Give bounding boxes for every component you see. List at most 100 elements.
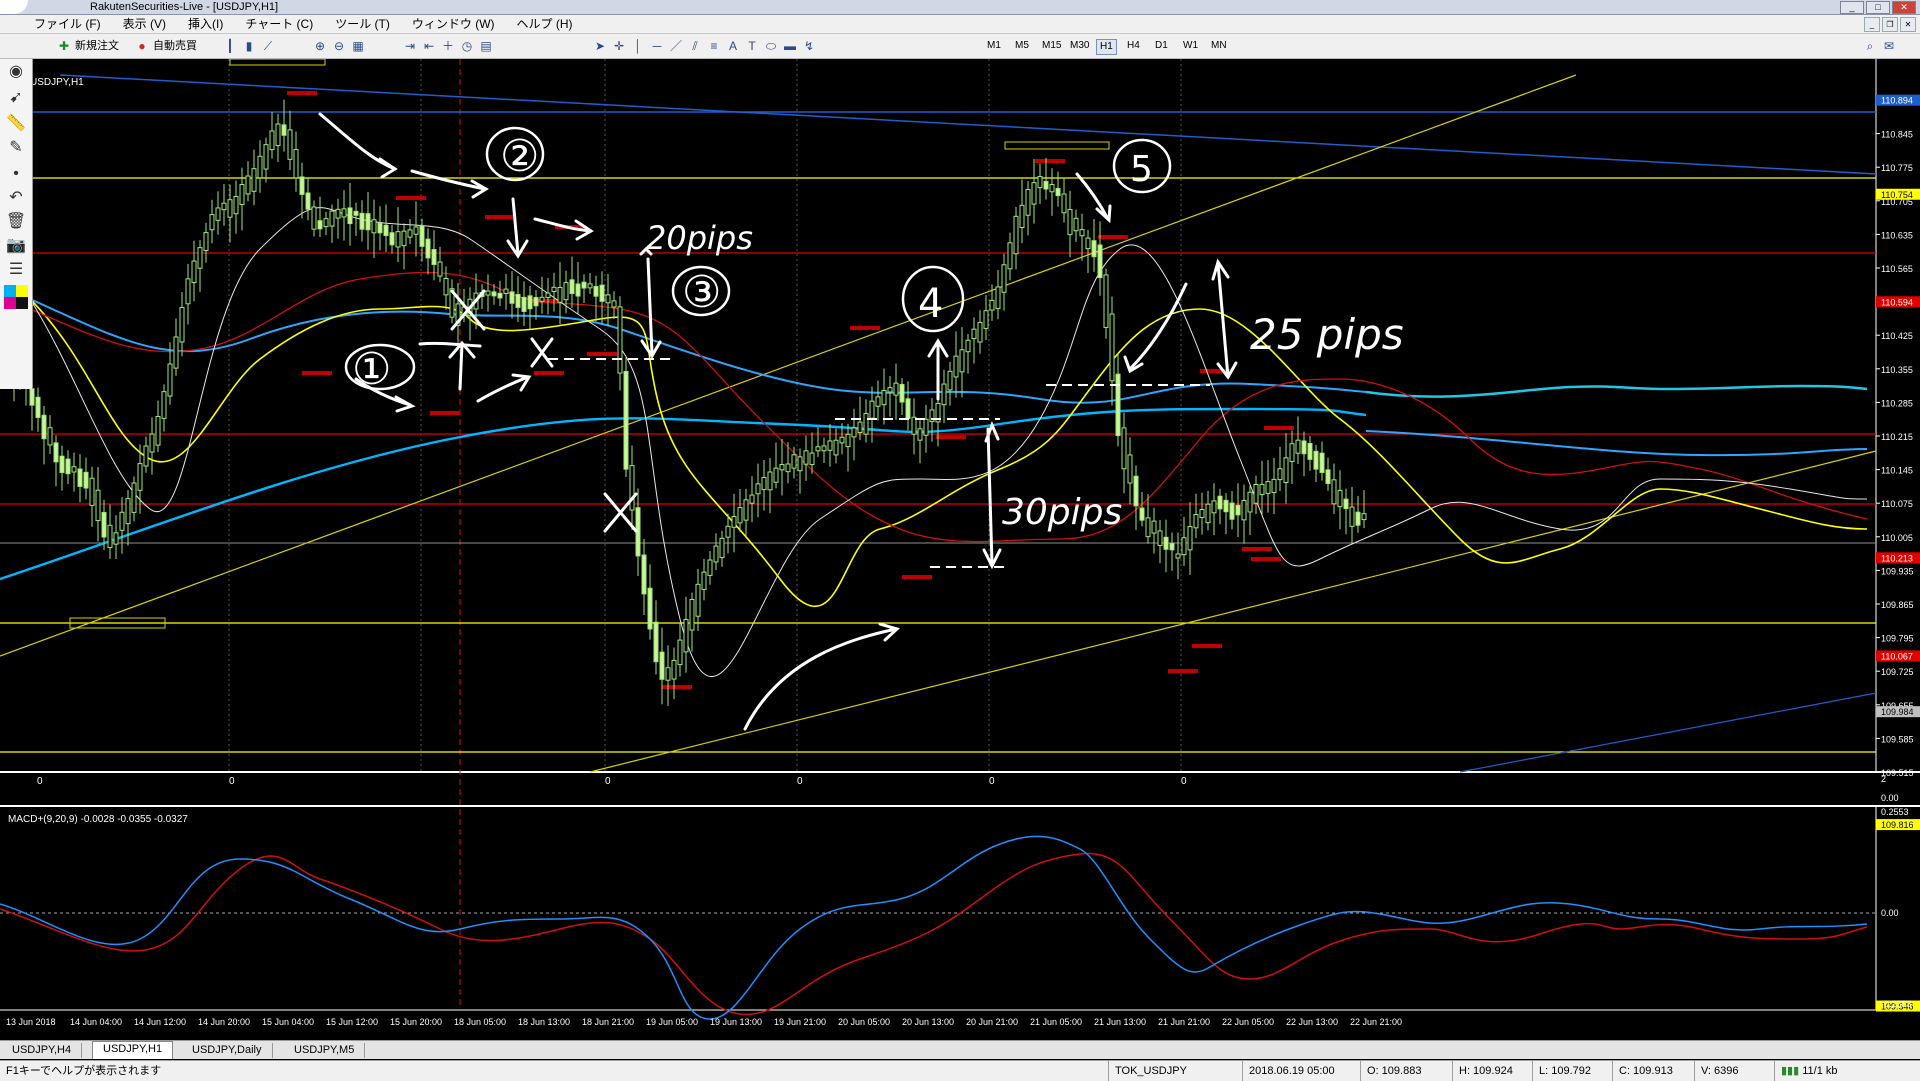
zoom-out-icon[interactable]: ⊖ [331,38,347,54]
sub-zero-label: 0 [1181,776,1187,787]
red-marker [1192,644,1222,648]
time-tick-label: 14 Jun 04:00 [70,1017,122,1027]
new-order-label: 新規注文 [75,40,119,52]
time-tick-label: 22 Jun 21:00 [1350,1017,1402,1027]
crosshair-icon[interactable]: ✛ [611,38,627,54]
red-marker [1264,426,1294,430]
traffic-icon: ▮▮▮ [1781,1065,1800,1077]
status-open: O: 109.883 [1360,1061,1421,1081]
trendline-icon[interactable]: ／ [668,38,684,54]
tf-m30[interactable]: M30 [1067,39,1092,53]
maximize-button[interactable]: □ [1866,1,1890,14]
red-marker [485,215,515,219]
arrows-icon[interactable]: ↯ [801,38,817,54]
annotation-30pips: 30pips [1002,492,1122,533]
status-traffic-label: 11/1 kb [1802,1065,1838,1077]
tf-h4[interactable]: H4 [1124,39,1143,53]
chart-shift-icon[interactable]: ⇤ [421,38,437,54]
mdi-minimize-button[interactable]: _ [1864,17,1880,32]
time-tick-label: 21 Jun 13:00 [1094,1017,1146,1027]
annotation-25pips: 25 pips [1250,310,1404,359]
chat-icon[interactable]: ✉ [1881,38,1897,54]
menu-tools[interactable]: ツール (T) [335,15,390,33]
zoom-in-icon[interactable]: ⊕ [312,38,328,54]
list-icon[interactable]: ☰ [4,259,28,281]
level-label: 109.984 [1881,707,1914,717]
channel-icon[interactable]: ⫽ [687,38,703,54]
annotation-1: ① [352,344,391,395]
sub-zero-label: 0 [229,776,235,787]
vertical-line-icon[interactable]: │ [630,38,646,54]
undo-icon[interactable]: ↶ [4,187,28,209]
search-icon[interactable]: ⌕ [1862,38,1878,54]
mdi-close-button[interactable]: ✕ [1900,17,1916,32]
red-marker [430,411,460,415]
red-marker [1251,557,1281,561]
camera-icon[interactable]: 📷 [4,235,28,257]
rectangle-icon[interactable]: ▬ [782,38,798,54]
tf-m15[interactable]: M15 [1039,39,1064,53]
text-label-icon[interactable]: T [744,38,760,54]
select-arrow-icon[interactable]: ➹ [4,87,28,109]
status-traffic: ▮▮▮ 11/1 kb [1774,1061,1838,1081]
status-bar: F1キーでヘルプが表示されます TOK_USDJPY 2018.06.19 05… [0,1060,1920,1081]
minimize-button[interactable]: _ [1840,1,1864,14]
line-chart-icon[interactable]: ⟋ [260,38,276,54]
status-close: C: 109.913 [1612,1061,1673,1081]
tf-w1[interactable]: W1 [1180,39,1201,53]
cursor-icon[interactable]: ➤ [592,38,608,54]
menu-help[interactable]: ヘルプ (H) [517,15,573,33]
pencil-icon[interactable]: ✎ [4,137,28,159]
menu-insert[interactable]: 挿入(I) [188,15,223,33]
ruler-icon[interactable]: 📏 [4,113,28,135]
sub-scale-top: 2 [1881,774,1886,784]
tile-windows-icon[interactable]: ▦ [350,38,366,54]
tab-usdjpy-h1[interactable]: USDJPY,H1 [92,1041,174,1059]
tf-d1[interactable]: D1 [1152,39,1171,53]
red-marker [1242,547,1272,551]
status-low: L: 109.792 [1532,1061,1591,1081]
new-order-button[interactable]: ✚ 新規注文 [56,37,119,55]
ellipse-icon[interactable]: ⬭ [763,38,779,54]
tf-m1[interactable]: M1 [984,39,1004,53]
price-chart[interactable]: USDJPY,H1 ② ③ ① 4 5 20pips 25 pips 30pip… [0,59,1920,1032]
level-label: 110.894 [1881,96,1913,106]
tab-usdjpy-daily[interactable]: USDJPY,Daily [182,1043,273,1058]
time-tick-label: 22 Jun 13:00 [1286,1017,1338,1027]
auto-trade-button[interactable]: ● 自動売買 [134,37,197,55]
autoscroll-icon[interactable]: ⇥ [402,38,418,54]
drawing-palette: ◉ ➹ 📏 ✎ • ↶ 🗑 📷 ☰ [0,59,33,389]
title-bar: RakutenSecurities-Live - [USDJPY,H1] _ □… [0,0,1920,15]
tf-h1[interactable]: H1 [1096,39,1117,55]
price-tick-label: 110.775 [1881,163,1913,173]
auto-trade-label: 自動売買 [153,40,197,52]
close-button[interactable]: ✕ [1892,1,1916,14]
tab-usdjpy-m5[interactable]: USDJPY,M5 [284,1043,366,1058]
tab-usdjpy-h4[interactable]: USDJPY,H4 [2,1043,83,1058]
text-icon[interactable]: A [725,38,741,54]
annotation-2: ② [500,131,539,182]
eye-icon[interactable]: ◉ [4,61,28,83]
menu-file[interactable]: ファイル (F) [34,15,101,33]
indicators-icon[interactable]: ＋ [440,38,456,54]
color-palette-icon[interactable] [4,285,28,309]
trash-icon[interactable]: 🗑 [4,211,28,233]
menu-chart[interactable]: チャート (C) [245,15,313,33]
status-datetime: 2018.06.19 05:00 [1242,1061,1335,1081]
macd-scale-top: 0.2553 [1881,807,1909,817]
dot-icon[interactable]: • [4,163,28,185]
bar-chart-icon[interactable]: ┃ [222,38,238,54]
menu-view[interactable]: 表示 (V) [123,15,166,33]
periods-icon[interactable]: ◷ [459,38,475,54]
time-tick-label: 13 Jun 2018 [6,1017,56,1027]
fibonacci-icon[interactable]: ≡ [706,38,722,54]
candle-chart-icon[interactable]: ▮ [241,38,257,54]
templates-icon[interactable]: ▤ [478,38,494,54]
menu-window[interactable]: ウィンドウ (W) [412,15,495,33]
level-label: 110.754 [1881,190,1913,200]
horizontal-line-icon[interactable]: ─ [649,38,665,54]
time-tick-label: 18 Jun 21:00 [582,1017,634,1027]
tf-m5[interactable]: M5 [1012,39,1032,53]
mdi-restore-button[interactable]: ❐ [1882,17,1898,32]
tf-mn[interactable]: MN [1208,39,1230,53]
